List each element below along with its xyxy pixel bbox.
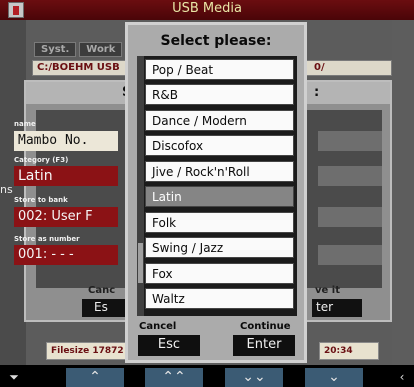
name-label: name (14, 120, 36, 128)
nav-left-chevron-icon[interactable]: ⏷ (4, 368, 24, 387)
save-cancel-button[interactable]: Es (82, 299, 128, 317)
list-item-folk[interactable]: Folk (145, 212, 294, 233)
right-field-1 (318, 131, 382, 151)
save-it-label: ve it (315, 285, 340, 296)
list-item-jive-rocknroll[interactable]: Jive / Rock'n'Roll (145, 161, 294, 182)
select-dialog: Select please: Pop / Beat R&B Dance / Mo… (125, 22, 307, 363)
continue-label: Continue (240, 321, 291, 332)
path-field-tail: 0/ (314, 62, 325, 73)
list-item-latin-selected[interactable]: Latin (145, 186, 294, 207)
list-item-swing-jazz[interactable]: Swing / Jazz (145, 237, 294, 258)
right-field-4 (318, 245, 382, 265)
tab-work[interactable]: Work (79, 42, 123, 57)
category-label: Category (F3) (14, 156, 69, 164)
scroll-up-icon[interactable]: ⌃⌃ (145, 368, 203, 387)
cancel-label: Cancel (139, 321, 177, 332)
name-field[interactable]: Mambo No. (14, 131, 118, 151)
scrollbar-thumb[interactable] (138, 243, 143, 283)
scroll-down-icon[interactable]: ⌄⌄ (225, 368, 283, 387)
time-field: 20:34 (319, 342, 379, 360)
tab-system[interactable]: Syst. (34, 42, 77, 57)
side-label: ns (0, 183, 13, 196)
save-cancel-label: Canc (88, 285, 116, 296)
save-dialog-title-tail: : (314, 85, 320, 100)
right-field-3 (318, 207, 382, 227)
page-up-icon[interactable]: ⌃ (66, 368, 124, 387)
category-list[interactable]: Pop / Beat R&B Dance / Modern Discofox J… (137, 56, 297, 316)
filesize-field: Filesize 17872 (46, 342, 136, 360)
list-item-dance-modern[interactable]: Dance / Modern (145, 110, 294, 131)
list-item-rnb[interactable]: R&B (145, 84, 294, 105)
title-bar: USB Media (0, 0, 414, 20)
enter-button[interactable]: Enter (233, 335, 295, 356)
bank-field[interactable]: 002: User F (14, 207, 118, 227)
bank-label: Store to bank (14, 196, 68, 204)
select-dialog-title: Select please: (160, 33, 272, 49)
category-field[interactable]: Latin (14, 166, 118, 186)
number-label: Store as number (14, 235, 80, 243)
window-title: USB Media (172, 1, 242, 16)
list-item-discofox[interactable]: Discofox (145, 135, 294, 156)
right-field-2 (318, 166, 382, 186)
list-item-waltz[interactable]: Waltz (145, 288, 294, 309)
number-field[interactable]: 001: - - - (14, 245, 118, 265)
esc-button[interactable]: Esc (138, 335, 200, 356)
page-down-icon[interactable]: ⌄ (305, 368, 363, 387)
bg-tab-bar: Syst. Work (34, 42, 123, 57)
right-panel (392, 20, 414, 365)
list-item-fox[interactable]: Fox (145, 263, 294, 284)
list-item-pop-beat[interactable]: Pop / Beat (145, 59, 294, 80)
save-it-button[interactable]: ter (312, 299, 362, 317)
list-scrollbar[interactable] (137, 56, 144, 316)
nav-right-chevron-icon[interactable]: ‹ (392, 368, 412, 387)
